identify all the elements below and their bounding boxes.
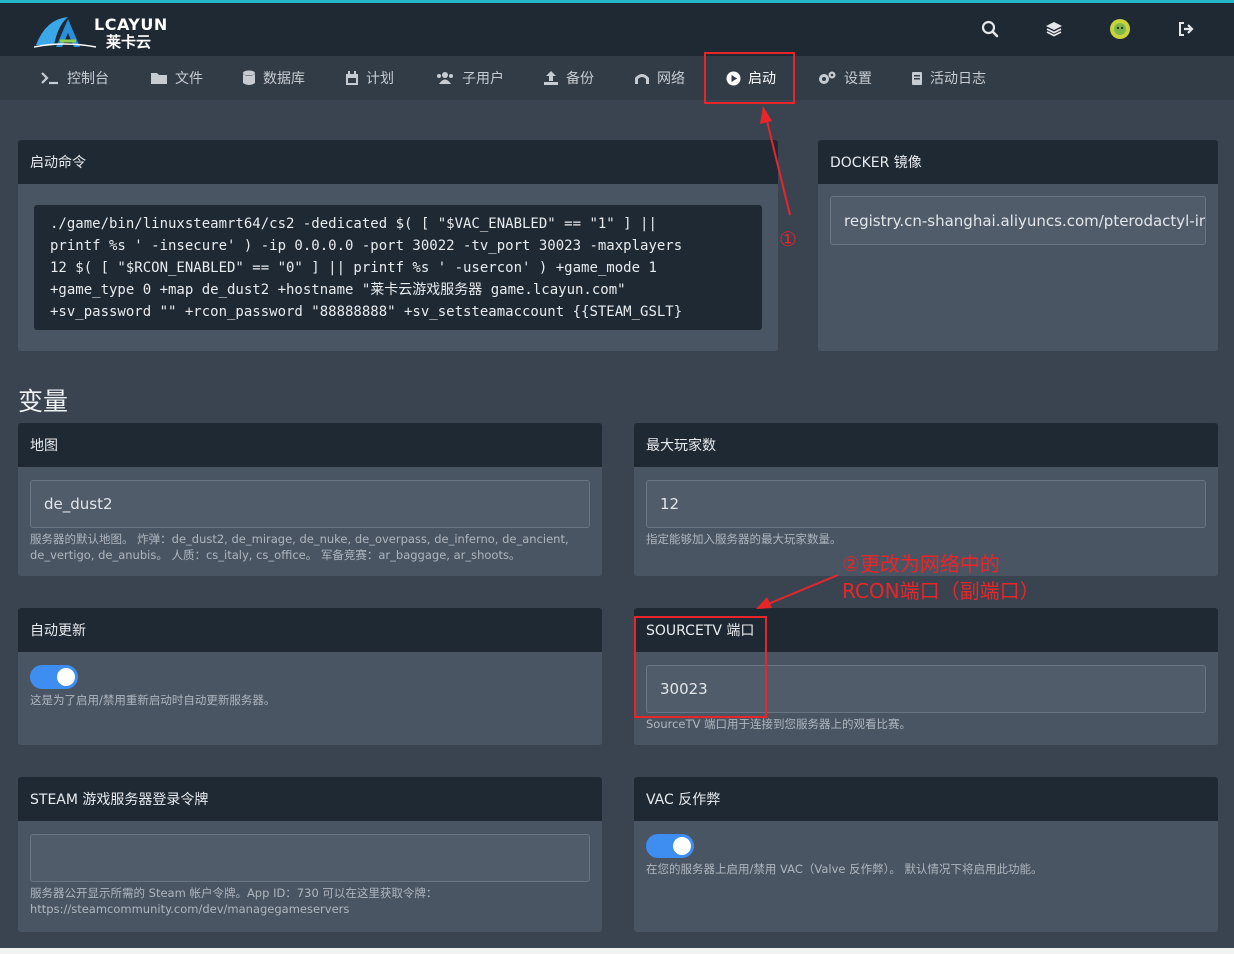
annotation-step1: ① <box>779 227 797 251</box>
annotation-arrow-1 <box>760 106 791 216</box>
annotation-step2-line1: ②更改为网络中的 <box>842 552 1000 576</box>
annotation-step2-line2: RCON端口（副端口） <box>842 579 1040 603</box>
annotation-arrow-2 <box>756 574 839 609</box>
bottom-strip <box>0 948 1234 954</box>
annotation-arrows <box>756 106 839 609</box>
